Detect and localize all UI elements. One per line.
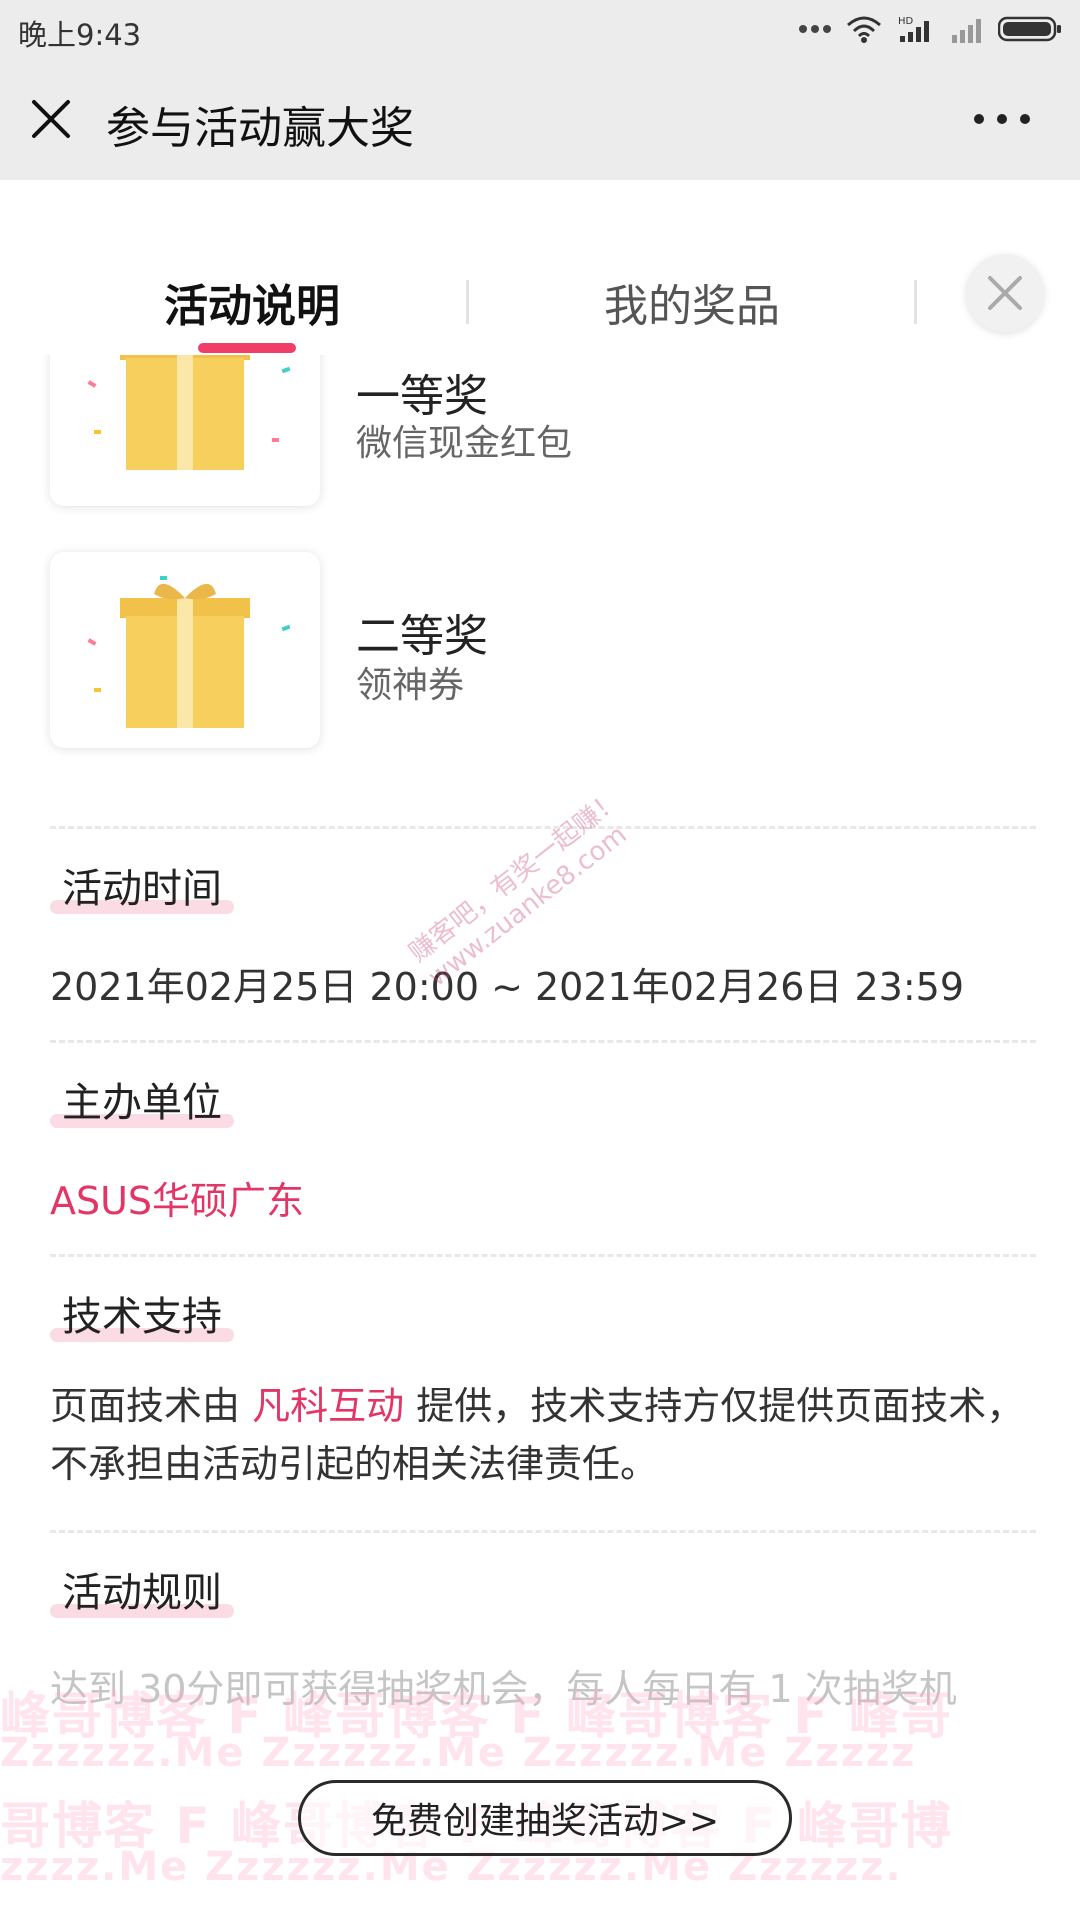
create-lottery-button[interactable]: 免费创建抽奖活动>> (298, 1780, 792, 1856)
section-title-time: 活动时间 (62, 866, 222, 912)
status-icons: HD (798, 14, 1062, 44)
gift-box-icon (87, 576, 291, 728)
panel-close-button[interactable] (966, 254, 1044, 332)
tab-my-prizes[interactable]: 我的奖品 (604, 270, 780, 334)
signal-icon (952, 19, 981, 43)
tech-support-text: 页面技术由 凡科互动 提供，技术支持方仅提供页面技术，不承担由活动引起的相关法律… (50, 1377, 1030, 1493)
prize-name: 二等奖 (356, 611, 488, 662)
battery-icon (998, 16, 1061, 42)
watermark-band: Zzzzzz.Me Zzzzzz.Me Zzzzzz.Me Zzzzz (0, 1730, 917, 1776)
status-time: 晚上9:43 (18, 18, 142, 52)
divider (50, 1040, 1036, 1043)
tab-divider (914, 280, 917, 324)
tab-bar: 活动说明 我的奖品 (0, 180, 1080, 355)
prize-card-second (50, 552, 320, 748)
watermark-line: 赚客吧，有奖一起赚！ (403, 784, 628, 969)
tech-support-prefix: 页面技术由 (50, 1384, 253, 1428)
tab-divider (466, 280, 469, 324)
organizer-link[interactable]: ASUS华硕广东 (50, 1170, 304, 1225)
close-icon[interactable] (28, 96, 74, 142)
prize-desc: 微信现金红包 (356, 423, 573, 464)
svg-text:HD: HD (898, 16, 914, 27)
status-bar: 晚上9:43 HD (0, 0, 1080, 56)
divider (50, 1254, 1036, 1257)
section-title-rules: 活动规则 (62, 1570, 222, 1616)
signal-hd-icon: HD (898, 16, 929, 42)
title-bar: 参与活动赢大奖 (0, 56, 1080, 180)
divider (50, 1530, 1036, 1533)
prize-desc: 领神券 (356, 665, 465, 706)
more-menu-icon[interactable] (972, 112, 1032, 126)
section-title-organizer: 主办单位 (62, 1080, 222, 1126)
active-tab-indicator (198, 343, 296, 353)
tech-provider-link[interactable]: 凡科互动 (252, 1384, 404, 1428)
activity-time-value: 2021年02月25日 20:00 ~ 2021年02月26日 23:59 (50, 965, 965, 1009)
wifi-icon (847, 16, 881, 43)
page-title: 参与活动赢大奖 (106, 103, 414, 154)
tab-activity-info[interactable]: 活动说明 (164, 270, 340, 334)
section-title-tech-support: 技术支持 (62, 1294, 222, 1340)
close-icon (988, 276, 1022, 310)
more-dots-icon (799, 25, 831, 33)
